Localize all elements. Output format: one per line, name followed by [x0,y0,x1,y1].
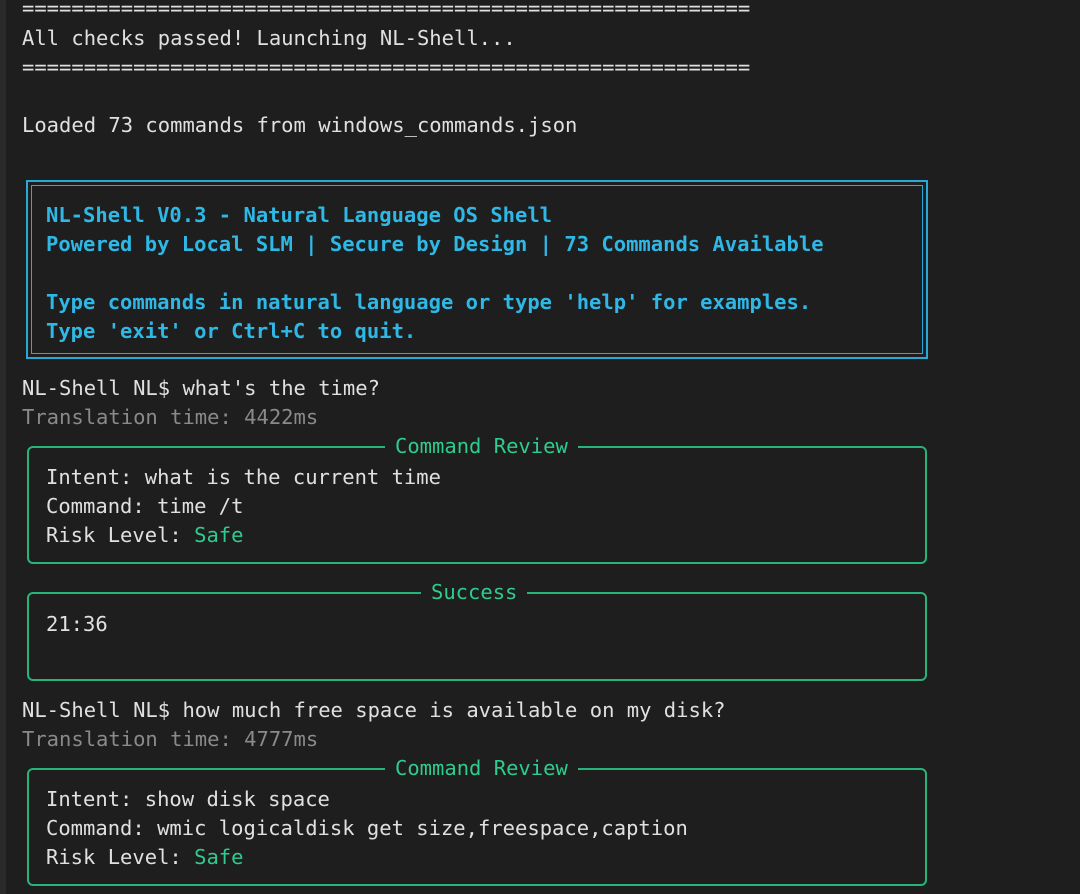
intent-line: Intent: show disk space [46,785,330,814]
risk-line: Risk Level: Safe [46,521,243,550]
separator-top: ========================================… [22,0,751,20]
success-title: Success [421,578,528,607]
risk-value: Safe [194,845,244,869]
command-label: Command: [46,816,145,840]
command-review-box: Command Review Intent: show disk space C… [27,754,927,886]
command-label: Command: [46,494,145,518]
command-review-title: Command Review [385,754,578,783]
command-line: Command: wmic logicaldisk get size,frees… [46,814,688,843]
intent-label: Intent: [46,465,133,489]
command-line: Command: time /t [46,492,244,521]
intent-value: what is the current time [144,465,441,489]
command-value: time /t [157,494,244,518]
banner-title: NL-Shell V0.3 - Natural Language OS Shel… [46,203,553,227]
risk-label: Risk Level: [46,523,182,547]
prompt-label: NL-Shell NL$ [22,376,171,400]
prompt-label: NL-Shell NL$ [22,698,171,722]
risk-value: Safe [194,523,244,547]
launch-status: All checks passed! Launching NL-Shell... [22,26,516,50]
risk-line: Risk Level: Safe [46,843,243,872]
prompt-line: NL-Shell NL$ how much free space is avai… [22,696,726,725]
translation-time: Translation time: 4777ms [22,727,319,751]
window-edge [0,0,6,894]
command-output: 21:36 [46,612,108,636]
separator-bottom: ========================================… [22,55,751,79]
user-query: how much free space is available on my d… [182,698,726,722]
intent-label: Intent: [46,787,133,811]
banner-help-hint: Type commands in natural language or typ… [46,290,812,314]
welcome-banner: NL-Shell V0.3 - Natural Language OS Shel… [26,180,928,359]
command-value: wmic logicaldisk get size,freespace,capt… [157,816,688,840]
loaded-message: Loaded 73 commands from windows_commands… [22,113,578,137]
terminal-window[interactable]: ========================================… [0,0,1080,894]
user-query: what's the time? [182,376,380,400]
success-box: Success 21:36 [27,578,927,681]
prompt-line: NL-Shell NL$ what's the time? [22,374,380,403]
command-review-box: Command Review Intent: what is the curre… [27,432,927,564]
banner-subtitle: Powered by Local SLM | Secure by Design … [46,232,824,256]
intent-value: show disk space [144,787,330,811]
intent-line: Intent: what is the current time [46,463,441,492]
banner-exit-hint: Type 'exit' or Ctrl+C to quit. [46,319,417,343]
risk-label: Risk Level: [46,845,182,869]
command-review-title: Command Review [385,432,578,461]
translation-time: Translation time: 4422ms [22,405,319,429]
